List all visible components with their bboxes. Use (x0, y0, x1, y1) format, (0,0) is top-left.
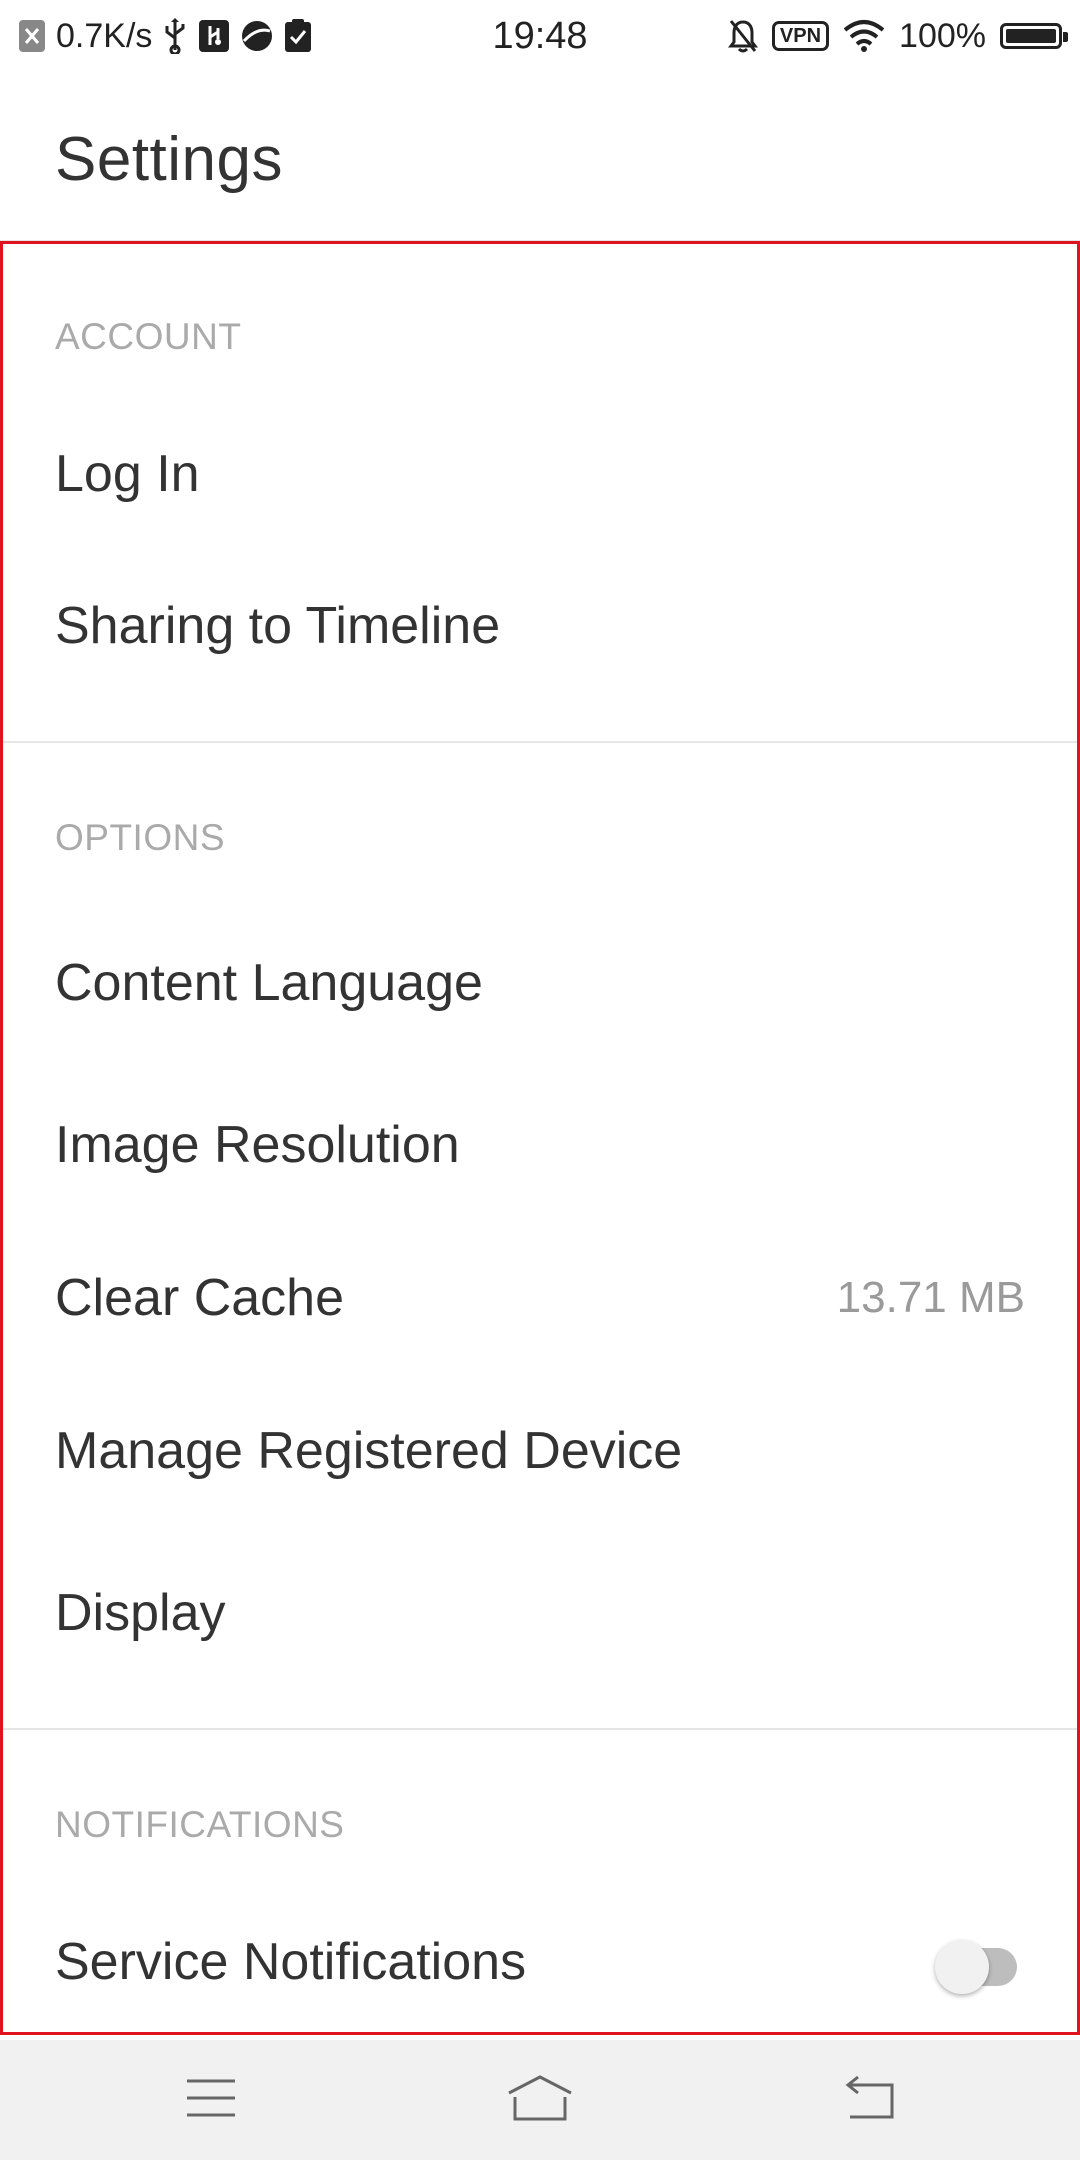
system-nav-bar (0, 2040, 1080, 2160)
status-bar-left: 0.7K/s (18, 0, 312, 72)
settings-item-content-language[interactable]: Content Language (3, 908, 1077, 1058)
settings-item-label: Image Resolution (55, 1116, 460, 1174)
back-button[interactable] (800, 2040, 940, 2160)
battery-percent: 100% (899, 16, 986, 55)
section-header-options: OPTIONS (55, 817, 226, 858)
settings-item-label: Sharing to Timeline (55, 597, 501, 655)
settings-item-label: Display (55, 1584, 226, 1642)
vpn-icon: VPN (771, 21, 830, 51)
home-icon (505, 2073, 575, 2128)
page-title: Settings (55, 125, 284, 194)
close-notification-icon (18, 18, 46, 54)
settings-list: ACCOUNT Log In Sharing to Timeline OPTIO… (0, 241, 1080, 2035)
settings-item-sharing-to-timeline[interactable]: Sharing to Timeline (3, 551, 1077, 701)
wifi-icon (843, 19, 885, 53)
section-header-account: ACCOUNT (55, 316, 242, 357)
section-divider (3, 741, 1077, 743)
service-notifications-toggle[interactable] (935, 1934, 1025, 1994)
cache-size-value: 13.71 MB (836, 1273, 1025, 1322)
status-bar: 0.7K/s 19:48 VPN 100% (0, 0, 1080, 72)
settings-item-display[interactable]: Display (3, 1538, 1077, 1688)
status-bar-right: VPN 100% (727, 0, 1068, 72)
menu-icon (185, 2077, 237, 2124)
settings-item-log-in[interactable]: Log In (3, 399, 1077, 549)
settings-item-image-resolution[interactable]: Image Resolution (3, 1070, 1077, 1220)
app-header: Settings (0, 72, 1080, 241)
section-divider (3, 1728, 1077, 1730)
settings-item-manage-registered-device[interactable]: Manage Registered Device (3, 1376, 1077, 1526)
settings-item-label: Manage Registered Device (55, 1422, 683, 1480)
settings-item-clear-cache[interactable]: Clear Cache 13.71 MB (3, 1223, 1077, 1373)
battery-icon (1000, 23, 1068, 49)
bell-off-icon (727, 18, 758, 54)
settings-item-label: Service Notifications (55, 1933, 527, 1991)
clipboard-check-icon (284, 19, 312, 53)
toggle-thumb (935, 1940, 989, 1994)
planet-app-icon (240, 19, 274, 53)
settings-item-label: Clear Cache (55, 1269, 345, 1327)
settings-item-label: Content Language (55, 954, 483, 1012)
usb-icon (162, 18, 188, 54)
menu-button[interactable] (141, 2040, 281, 2160)
settings-item-label: Log In (55, 445, 200, 503)
section-header-notifications: NOTIFICATIONS (55, 1804, 345, 1845)
net-speed: 0.7K/s (56, 16, 153, 55)
home-button[interactable] (470, 2040, 610, 2160)
settings-item-service-notifications[interactable]: Service Notifications (3, 1887, 1077, 2037)
battery-fill (1006, 29, 1056, 43)
usb-debug-icon (198, 19, 230, 53)
back-icon (842, 2075, 898, 2126)
